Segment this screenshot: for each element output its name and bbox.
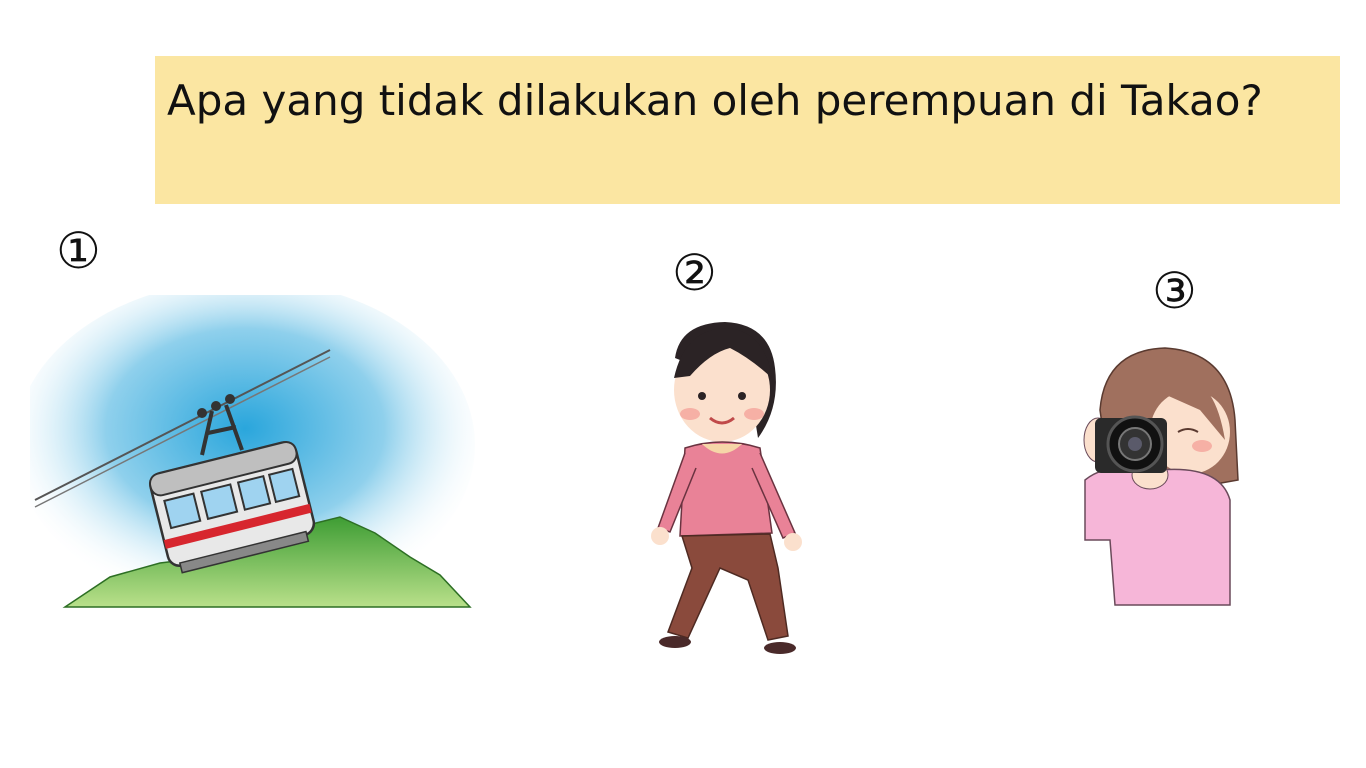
option-number-2: ②	[672, 244, 717, 302]
photographer-icon[interactable]	[1070, 340, 1250, 615]
question-text: Apa yang tidak dilakukan oleh perempuan …	[167, 76, 1263, 125]
option-number-1: ①	[56, 222, 101, 280]
cable-car-icon[interactable]	[30, 295, 490, 625]
walking-woman-icon[interactable]	[630, 318, 820, 658]
option-number-3: ③	[1152, 262, 1197, 320]
question-banner: Apa yang tidak dilakukan oleh perempuan …	[155, 56, 1340, 204]
